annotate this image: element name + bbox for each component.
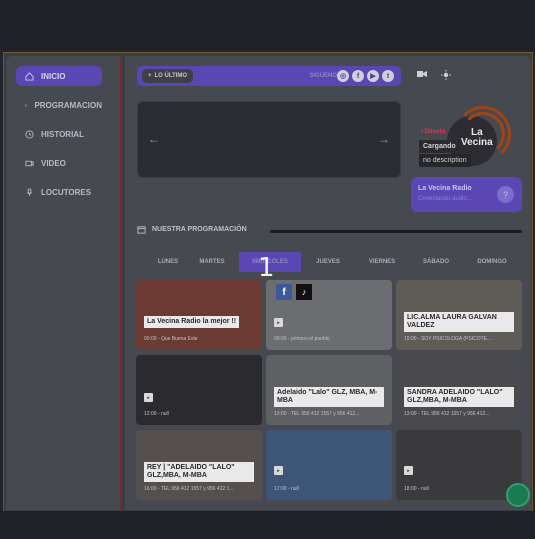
help-icon[interactable]: ? (497, 186, 514, 203)
sidebar-item-label: LOCUTORES (41, 187, 92, 197)
youtube-icon[interactable]: ▶ (367, 70, 379, 82)
calendar-icon (25, 104, 28, 107)
home-icon (25, 71, 34, 81)
camera-icon[interactable] (417, 70, 427, 78)
card-time: 16:00 - TEL 956 412 1557 y 956 412 1... (144, 486, 234, 492)
sidebar-item-historial[interactable]: HISTORIAL (16, 124, 102, 144)
slider-next-icon[interactable]: → (378, 132, 390, 146)
play-icon: ▸ (404, 466, 413, 475)
card-title: LIC.ALMA LAURA GALVAN VALDEZ (404, 312, 514, 332)
card-title: REY | "ADELAIDO "LALO" GLZ,MBA, M-MBA (144, 462, 254, 482)
logo-text: La Vecina (461, 127, 493, 148)
tab-sabado[interactable]: SÁBADO (405, 252, 467, 272)
video-icon (25, 160, 34, 166)
card-time: 18:00 - null (404, 486, 429, 492)
main-content: + LO ÚLTIMO SIGUENOS ◎ f ▶ t ← → La Veci… (125, 56, 531, 510)
card-title: SANDRA ADELAIDO "LALO" GLZ,MBA, M-MBA (404, 387, 514, 407)
player-logo: La Vecina • Directo Cargando no descript… (415, 106, 515, 176)
live-label: • Directo (421, 129, 446, 135)
card-time: 13:00 - TEL 956 412 1557 y 956 412... (274, 411, 360, 417)
play-icon: ▸ (274, 466, 283, 475)
play-icon: ▸ (274, 318, 283, 327)
program-card[interactable]: f ♪ ▸ 09:00 - primero el pueblo (266, 280, 392, 350)
theme-toggle-icon[interactable] (441, 70, 451, 80)
schedule-title: NUESTRA PROGRAMACIÓN (137, 225, 247, 234)
chat-button[interactable] (506, 483, 530, 507)
station-sub: Conectando audio... (418, 196, 472, 202)
facebook-icon: f (276, 284, 292, 300)
program-card[interactable]: REY | "ADELAIDO "LALO" GLZ,MBA, M-MBA 16… (136, 430, 262, 500)
play-icon: ▸ (144, 393, 153, 402)
program-card[interactable]: ▸ 12:00 - null (136, 355, 262, 425)
program-card[interactable]: ▸ 17:00 - null (266, 430, 392, 500)
overlay-number: 1 (258, 253, 275, 283)
card-title: La Vecina Radio la mejor !! (144, 316, 240, 328)
description-text: no description (419, 154, 471, 167)
station-name: La Vecina Radio (418, 185, 472, 192)
facebook-icon[interactable]: f (352, 70, 364, 82)
program-card[interactable]: Adelaido "Lalo" GLZ, MBA, M-MBA 13:00 - … (266, 355, 392, 425)
program-card[interactable]: SANDRA ADELAIDO "LALO" GLZ,MBA, M-MBA 13… (396, 355, 522, 425)
slider-prev-icon[interactable]: ← (148, 132, 160, 146)
card-time: 09:00 - primero el pueblo (274, 336, 330, 342)
top-strip: + LO ÚLTIMO SIGUENOS ◎ f ▶ t (137, 66, 401, 86)
twitter-icon[interactable]: t (382, 70, 394, 82)
card-time: 12:00 - null (144, 411, 169, 417)
microphone-icon (26, 187, 33, 196)
plus-icon: + (148, 73, 152, 79)
tab-martes[interactable]: MARTES (181, 252, 243, 272)
sidebar-item-label: INICIO (41, 71, 66, 81)
status-text: Cargando (419, 140, 460, 153)
sidebar-item-inicio[interactable]: INICIO (16, 66, 102, 86)
radio-player-card[interactable]: La Vecina Radio Conectando audio... ? (411, 177, 522, 212)
tab-domingo[interactable]: DOMINGO (461, 252, 523, 272)
tiktok-icon: ♪ (296, 284, 312, 300)
sidebar: INICIO PROGRAMACION HISTORIAL VIDEO LOCU… (6, 56, 122, 510)
lo-ultimo-label: LO ÚLTIMO (154, 73, 188, 79)
program-card[interactable]: ▸ 18:00 - null (396, 430, 522, 500)
card-time: 00:00 - Que Buena Este (144, 336, 198, 342)
lo-ultimo-button[interactable]: + LO ÚLTIMO (142, 69, 194, 83)
sidebar-item-video[interactable]: VIDEO (16, 153, 102, 173)
program-card[interactable]: LIC.ALMA LAURA GALVAN VALDEZ 10:00 - SOY… (396, 280, 522, 350)
sidebar-item-locutores[interactable]: LOCUTORES (16, 182, 102, 202)
card-title: Adelaido "Lalo" GLZ, MBA, M-MBA (274, 387, 384, 407)
sidebar-item-label: HISTORIAL (41, 129, 84, 139)
bottom-dark-bar (0, 511, 535, 539)
card-time: 13:00 - TEL 956 412 1557 y 956 412... (404, 411, 490, 417)
sidebar-item-programacion[interactable]: PROGRAMACION (16, 95, 102, 115)
instagram-icon[interactable]: ◎ (337, 70, 349, 82)
tab-viernes[interactable]: VIERNES (351, 252, 413, 272)
sidebar-item-label: VIDEO (41, 158, 66, 168)
tab-jueves[interactable]: JUEVES (297, 252, 359, 272)
featured-slider[interactable]: ← → (137, 101, 401, 178)
card-time: 10:00 - SOY PSICOLOGA (PSICOTE... (404, 336, 492, 342)
top-dark-bar (0, 0, 535, 50)
card-time: 17:00 - null (274, 486, 299, 492)
history-icon (25, 129, 34, 139)
program-card[interactable]: La Vecina Radio la mejor !! 00:00 - Que … (136, 280, 262, 350)
day-tabs: LUNES MARTES MIÉRCOLES JUEVES VIERNES SÁ… (137, 252, 523, 272)
section-divider (270, 230, 522, 233)
calendar-icon (137, 226, 146, 234)
sidebar-item-label: PROGRAMACION (34, 100, 102, 110)
